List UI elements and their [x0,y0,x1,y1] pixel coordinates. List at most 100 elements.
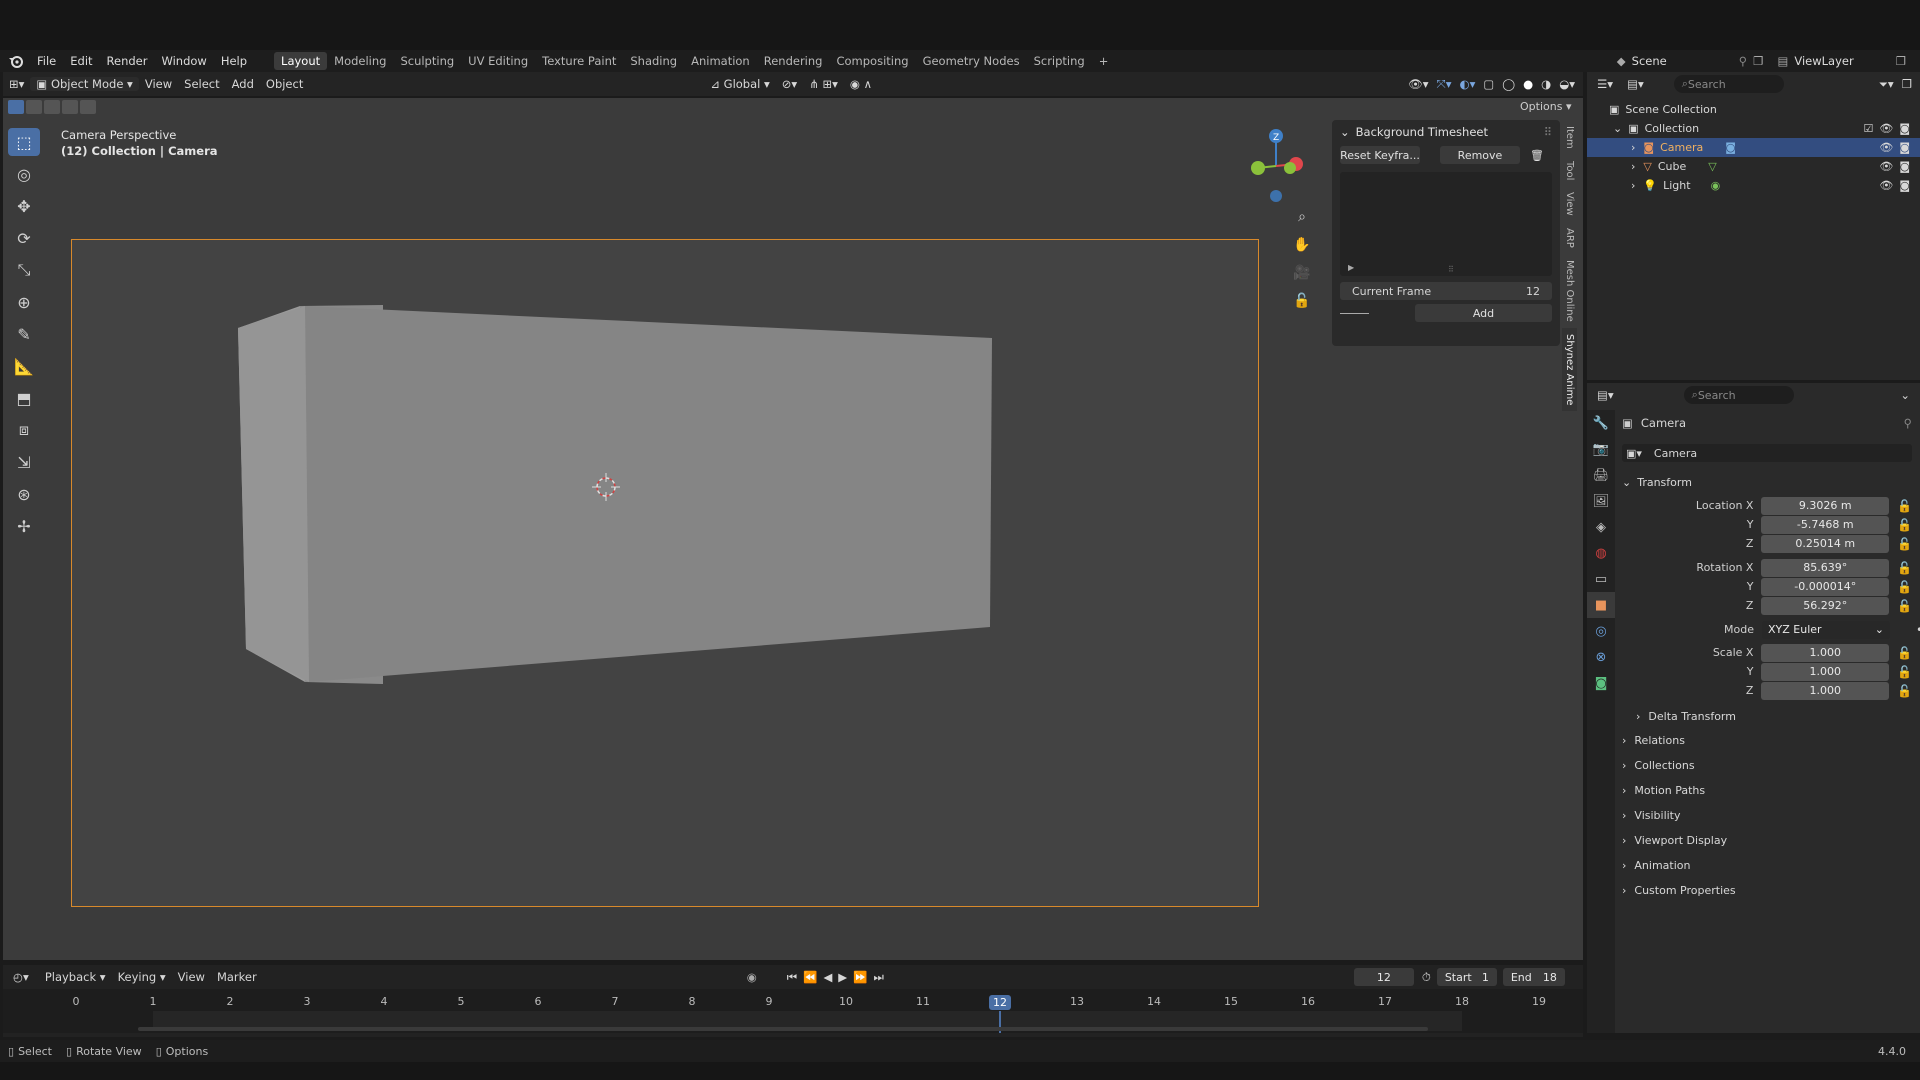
current-frame-field[interactable]: Current Frame 12 [1340,282,1552,300]
menu-help[interactable]: Help [214,54,254,68]
marker-menu[interactable]: Marker [211,970,263,984]
workspace-tab-compositing[interactable]: Compositing [829,52,915,70]
eye-icon[interactable]: 👁 [1879,141,1893,154]
workspace-tab-uv-editing[interactable]: UV Editing [461,52,535,70]
play-icon[interactable]: ▶ [1348,263,1354,272]
collections-header[interactable]: ›Collections⠿ [1622,753,1920,777]
scene-tab-icon[interactable]: ◈ [1587,514,1615,540]
move-arrows-tool-icon[interactable]: ✢ [8,512,40,540]
rotate-tool-icon[interactable]: ⟳ [8,224,40,252]
workspace-tab-rendering[interactable]: Rendering [757,52,830,70]
timeline-editor-icon[interactable]: ◴▾ [3,970,39,984]
playback-menu[interactable]: Playback ▾ [39,970,112,984]
blender-logo-icon[interactable] [8,54,26,68]
ruler-frame-label[interactable]: 3 [304,995,311,1008]
object-data-tab-icon[interactable]: ◙ [1587,670,1615,696]
scale-z-field[interactable]: 1.000 [1761,681,1889,700]
location-x-field[interactable]: 9.3026 m [1761,496,1889,515]
eye-icon[interactable]: 👁 [1879,179,1893,192]
collection-row[interactable]: ⌄ ▣ Collection ☑ 👁 ◙ [1587,119,1920,138]
select-intersect-icon[interactable] [80,100,96,114]
remove-button[interactable]: Remove [1440,146,1520,164]
tab-item[interactable]: Item [1562,120,1577,155]
workspace-tab-layout[interactable]: Layout [274,52,328,70]
ruler-frame-label[interactable]: 9 [766,995,773,1008]
trash-icon[interactable]: 🗑 [1528,146,1546,164]
lock-icon[interactable]: 🔓 [1897,518,1912,532]
lock-icon[interactable]: 🔓 [1897,599,1912,613]
zoom-icon[interactable]: ⌕ [1290,205,1314,229]
expand-arrow-icon[interactable]: › [1631,141,1635,154]
new-scene-icon[interactable]: ❐ [1753,54,1763,68]
scale-x-field[interactable]: 1.000 [1761,643,1889,662]
view-layer-tab-icon[interactable]: 🖼 [1587,488,1615,514]
workspace-tab-geometry-nodes[interactable]: Geometry Nodes [916,52,1027,70]
resize-grip-icon[interactable]: ⠿ [1448,265,1454,274]
cursor-tool-icon[interactable]: ◎ [8,160,40,188]
ruler-frame-label[interactable]: 18 [1455,995,1469,1008]
visibility-header[interactable]: ›Visibility⠿ [1622,803,1920,827]
annotate-tool-icon[interactable]: ✎ [8,320,40,348]
motion-paths-header[interactable]: ›Motion Paths⠿ [1622,778,1920,802]
location-y-field[interactable]: -5.7468 m [1761,515,1889,534]
outliner-item-light[interactable]: › 💡 Light ◉ 👁 ◙ [1587,176,1920,195]
pin-icon[interactable]: ⚲ [1739,54,1747,68]
transform-header[interactable]: ⌄ Transform ⠿ [1622,470,1920,494]
filter-icon[interactable]: ⏷▾ [1879,77,1894,92]
workspace-tab-texture-paint[interactable]: Texture Paint [535,52,623,70]
play-icon[interactable]: ▶ [838,970,847,984]
visibility-filter-icon[interactable]: 👁▾ [1408,77,1428,91]
camera-view-icon[interactable]: 🎥 [1290,261,1314,285]
render-tab-icon[interactable]: 📷 [1587,436,1615,462]
ruler-frame-label[interactable]: 8 [689,995,696,1008]
panel-header[interactable]: ⌄ Background Timesheet ⠿ [1332,120,1560,144]
ruler-frame-label[interactable]: 16 [1301,995,1315,1008]
viewlayer-selector[interactable]: ▤ ViewLayer ❐ [1777,54,1906,68]
outliner-item-camera[interactable]: › ◙ Camera ◙ 👁 ◙ [1587,138,1920,157]
lock-icon[interactable]: 🔓 [1897,646,1912,660]
keying-menu[interactable]: Keying ▾ [112,970,172,984]
proportional-edit-icon[interactable]: ◉ ∧ [844,77,878,91]
eye-icon[interactable]: 👁 [1879,160,1893,173]
properties-options-chevron-icon[interactable]: ⌄ [1900,388,1910,402]
select-box-tool-icon[interactable]: ⬚ [8,128,40,156]
jump-end-icon[interactable]: ⏭ [873,970,883,985]
camera-render-icon[interactable]: ◙ [1899,141,1910,154]
ruler-frame-label[interactable]: 5 [458,995,465,1008]
ruler-frame-label[interactable]: 19 [1532,995,1546,1008]
menu-render[interactable]: Render [100,54,155,68]
lock-icon[interactable]: 🔓 [1897,580,1912,594]
extrude-tool-icon[interactable]: ⧈ [8,416,40,444]
eye-icon[interactable]: 👁 [1879,122,1893,135]
ruler-frame-label[interactable]: 6 [535,995,542,1008]
start-frame-input[interactable]: Start 1 [1436,968,1497,986]
view-menu[interactable]: View [139,77,178,91]
scale-tool-icon[interactable]: ⤡ [8,256,40,284]
reset-keyframes-button[interactable]: Reset Keyfra... [1340,146,1420,164]
tab-view[interactable]: View [1562,186,1577,222]
constraint-tab-icon[interactable]: ⊗ [1587,644,1615,670]
camera-render-icon[interactable]: ◙ [1899,160,1910,173]
stopwatch-icon[interactable]: ⏱ [1422,970,1431,985]
measure-tool-icon[interactable]: 📐 [8,352,40,380]
jump-keyframe-forward-icon[interactable]: ⏩ [853,970,867,984]
add-workspace-button[interactable]: + [1092,52,1116,70]
lock-icon[interactable]: 🔓 [1897,665,1912,679]
play-reverse-icon[interactable]: ◀ [823,970,832,984]
output-tab-icon[interactable]: 🖨 [1587,462,1615,488]
pivot-icon[interactable]: ⊘▾ [776,77,803,91]
move-tool-icon[interactable]: ✥ [8,192,40,220]
scene-collection-row[interactable]: ▣ Scene Collection [1587,100,1920,119]
tab-arp[interactable]: ARP [1562,222,1577,254]
timesheet-list[interactable]: ▶ ⠿ [1340,172,1552,276]
custom-properties-header[interactable]: ›Custom Properties⠿ [1622,878,1920,902]
ruler-frame-label[interactable]: 15 [1224,995,1238,1008]
pan-hand-icon[interactable]: ✋ [1290,233,1314,257]
solid-shading-icon[interactable]: ● [1523,77,1533,91]
tool-tab-icon[interactable]: 🔧 [1587,410,1615,436]
animation-header[interactable]: ›Animation⠿ [1622,853,1920,877]
workspace-tab-scripting[interactable]: Scripting [1027,52,1092,70]
expand-chevron-icon[interactable]: ⌄ [1613,122,1622,135]
outliner-editor-icon[interactable]: ☰▾ [1597,77,1613,91]
options-dropdown[interactable]: Options ▾ [1520,100,1571,113]
